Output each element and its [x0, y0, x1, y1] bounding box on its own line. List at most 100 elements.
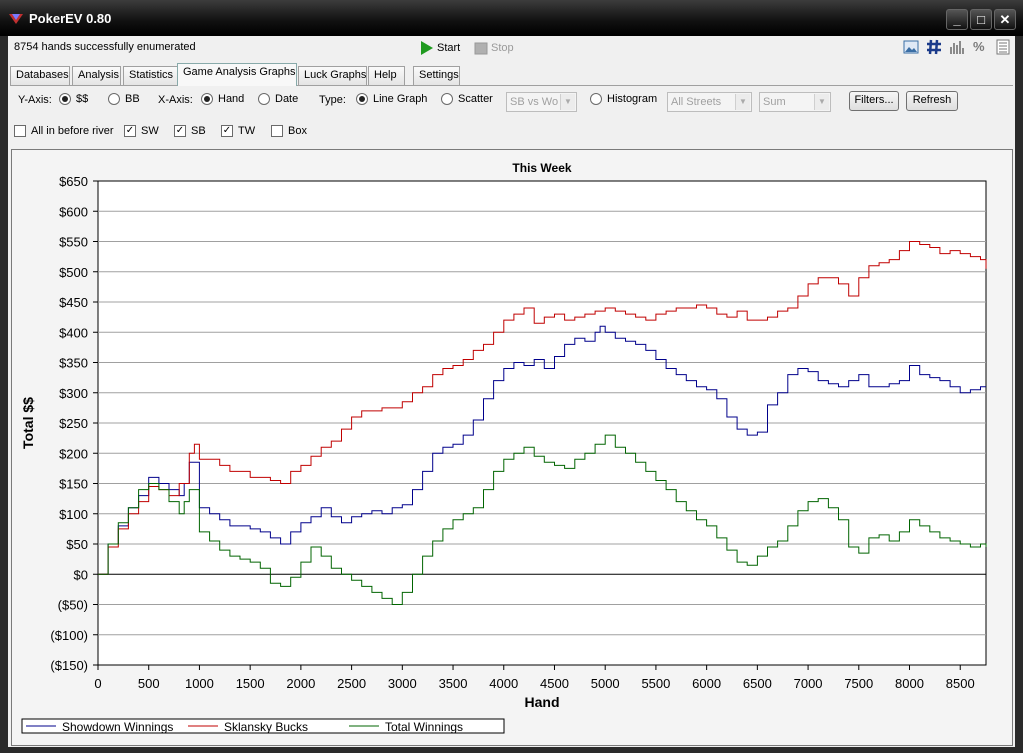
- box-checkbox[interactable]: Box: [271, 125, 307, 137]
- image-icon[interactable]: [903, 39, 919, 55]
- select-value: All Streets: [671, 96, 722, 108]
- y-tick-label: $650: [59, 174, 88, 189]
- x-tick-label: 8000: [895, 676, 924, 691]
- x-tick-label: 8500: [946, 676, 975, 691]
- radio-label: Histogram: [607, 93, 658, 105]
- x-tick-label: 1000: [185, 676, 214, 691]
- maximize-button[interactable]: □: [970, 9, 992, 30]
- x-axis-date-radio[interactable]: Date: [258, 93, 298, 105]
- y-tick-label: $100: [59, 507, 88, 522]
- tab-luck-graphs[interactable]: Luck Graphs: [298, 66, 367, 85]
- y-tick-label: $50: [66, 537, 88, 552]
- sb-checkbox[interactable]: ✓ SB: [174, 125, 206, 137]
- x-tick-label: 0: [94, 676, 101, 691]
- radio-label: $$: [76, 93, 89, 105]
- sw-checkbox[interactable]: ✓ SW: [124, 125, 159, 137]
- document-icon[interactable]: [995, 39, 1011, 55]
- y-axis-label: Y-Axis:: [18, 94, 52, 106]
- stop-button[interactable]: Stop: [474, 40, 514, 56]
- checkbox-label: All in before river: [31, 125, 114, 137]
- checkbox-label: Box: [288, 125, 307, 137]
- line-chart: ($150) ($100) ($50) $0 $50 $100 $150 $200 $250 $3…: [20, 161, 987, 734]
- radio-label: Line Graph: [373, 93, 428, 105]
- x-tick-label: 6000: [692, 676, 721, 691]
- streets-select[interactable]: All Streets ▼: [667, 92, 752, 112]
- tab-databases[interactable]: Databases: [10, 66, 70, 85]
- x-tick-label: 5500: [641, 676, 670, 691]
- all-in-before-river-checkbox[interactable]: All in before river: [14, 125, 114, 137]
- filters-button[interactable]: Filters...: [849, 91, 899, 111]
- x-tick-label: 4500: [540, 676, 569, 691]
- type-histogram-radio[interactable]: Histogram: [590, 93, 657, 105]
- bar-chart-icon[interactable]: [949, 39, 965, 55]
- y-axis-dollars-radio[interactable]: $$: [59, 93, 88, 105]
- radio-indicator: [108, 93, 120, 105]
- tab-analysis[interactable]: Analysis: [72, 66, 121, 85]
- x-tick-label: 5000: [591, 676, 620, 691]
- y-tick-label: $0: [74, 567, 88, 582]
- checkbox-indicator: [14, 125, 26, 137]
- radio-label: Date: [275, 93, 299, 105]
- legend-label: Sklansky Bucks: [224, 720, 308, 734]
- y-axis-bb-radio[interactable]: BB: [108, 93, 140, 105]
- radio-label: BB: [125, 93, 140, 105]
- radio-label: Scatter: [458, 93, 493, 105]
- stop-label: Stop: [491, 42, 514, 54]
- radio-label: Hand: [218, 93, 245, 105]
- window-title: PokerEV 0.80: [29, 11, 112, 26]
- tab-settings[interactable]: Settings: [413, 66, 460, 85]
- checkmark-icon: ✓: [124, 125, 136, 137]
- y-axis-title: Total $$: [20, 397, 36, 449]
- y-tick-label: $350: [59, 356, 88, 371]
- client-area: 8754 hands successfully enumerated Start…: [8, 36, 1015, 747]
- x-tick-label: 6500: [743, 676, 772, 691]
- legend-label: Total Winnings: [385, 720, 463, 734]
- radio-indicator: [356, 93, 368, 105]
- minimize-button[interactable]: _: [946, 9, 968, 30]
- y-tick-label: $250: [59, 416, 88, 431]
- radio-indicator: [258, 93, 270, 105]
- close-button[interactable]: ✕: [994, 9, 1016, 30]
- title-bar[interactable]: PokerEV 0.80 _ □ ✕: [0, 0, 1023, 36]
- hash-icon[interactable]: [926, 39, 942, 55]
- tab-game-analysis-graphs[interactable]: Game Analysis Graphs: [177, 63, 297, 86]
- x-tick-label: 7500: [844, 676, 873, 691]
- y-tick-label: $150: [59, 477, 88, 492]
- x-tick-label: 2500: [337, 676, 366, 691]
- y-tick-label: ($150): [50, 658, 88, 673]
- radio-indicator: [201, 93, 213, 105]
- y-tick-label: ($50): [58, 598, 88, 613]
- start-button[interactable]: Start: [420, 40, 460, 56]
- y-tick-label: $450: [59, 295, 88, 310]
- y-tick-label: ($100): [50, 628, 88, 643]
- refresh-button[interactable]: Refresh: [906, 91, 958, 111]
- tw-checkbox[interactable]: ✓ TW: [221, 125, 255, 137]
- chevron-down-icon: ▼: [814, 94, 829, 110]
- type-label: Type:: [319, 94, 346, 106]
- start-label: Start: [437, 42, 461, 54]
- select-value: SB vs Wo: [510, 96, 559, 108]
- stop-icon: [474, 42, 488, 54]
- checkbox-label: SW: [141, 125, 159, 137]
- tab-help[interactable]: Help: [368, 66, 405, 85]
- tab-statistics[interactable]: Statistics: [123, 66, 178, 85]
- chevron-down-icon: ▼: [735, 94, 750, 110]
- x-axis-label: X-Axis:: [158, 94, 193, 106]
- aggregate-select[interactable]: Sum ▼: [759, 92, 831, 112]
- app-window: PokerEV 0.80 _ □ ✕ 8754 hands successful…: [0, 0, 1023, 753]
- x-axis-hand-radio[interactable]: Hand: [201, 93, 244, 105]
- app-logo-icon: [9, 14, 23, 24]
- x-tick-label: 7000: [794, 676, 823, 691]
- checkbox-label: SB: [191, 125, 206, 137]
- x-tick-label: 1500: [236, 676, 265, 691]
- type-line-graph-radio[interactable]: Line Graph: [356, 93, 427, 105]
- y-tick-label: $500: [59, 265, 88, 280]
- legend-label: Showdown Winnings: [62, 720, 173, 734]
- checkmark-icon: ✓: [174, 125, 186, 137]
- radio-indicator: [59, 93, 71, 105]
- type-scatter-radio[interactable]: Scatter: [441, 93, 493, 105]
- scatter-compare-select[interactable]: SB vs Wo ▼: [506, 92, 577, 112]
- percent-icon[interactable]: %: [973, 39, 989, 55]
- graph-options-panel: Y-Axis: $$ BB X-Axis: Hand Date Type: Li…: [10, 85, 1013, 149]
- checkbox-label: TW: [238, 125, 256, 137]
